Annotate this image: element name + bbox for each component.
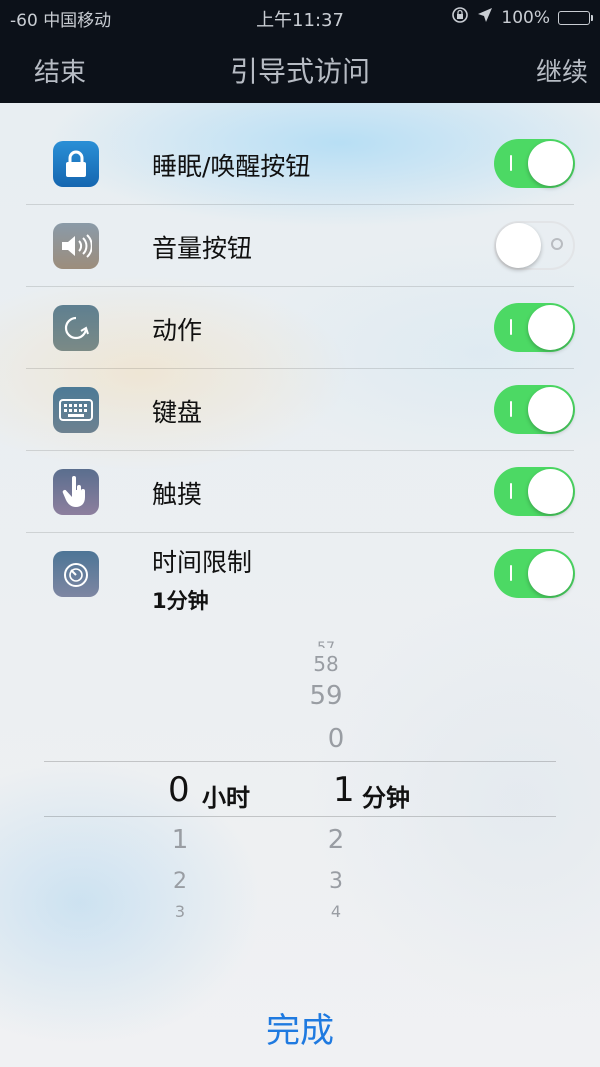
hours-unit: 小时 — [202, 784, 250, 812]
time-limit-value: 1分钟 — [152, 589, 209, 613]
option-label: 触摸 — [152, 480, 203, 509]
sleep-wake-toggle[interactable] — [494, 139, 575, 188]
resume-button[interactable]: 继续 — [536, 52, 588, 89]
keyboard-toggle[interactable] — [494, 385, 575, 434]
time-picker[interactable]: 57 58 59 0 0 小时 1 分钟 1 2 3 2 3 4 — [0, 640, 600, 940]
touch-toggle[interactable] — [494, 467, 575, 516]
keyboard-icon — [53, 387, 99, 433]
navigation-bar: 结束 引导式访问 继续 — [0, 40, 600, 96]
volume-toggle[interactable] — [494, 221, 575, 270]
status-right: 100% — [451, 6, 593, 29]
motion-toggle[interactable] — [494, 303, 575, 352]
minute-option[interactable]: 4 — [306, 902, 366, 918]
option-row-time-limit: 时间限制 1分钟 — [0, 533, 600, 615]
option-row-motion: 动作 — [0, 287, 600, 369]
option-row-sleep-wake: 睡眠/唤醒按钮 — [0, 123, 600, 205]
status-bar: -60 中国移动 上午11:37 100% — [0, 0, 600, 34]
option-row-touch: 触摸 — [0, 451, 600, 533]
minute-option[interactable]: 3 — [306, 869, 366, 894]
minutes-selected[interactable]: 1 — [333, 770, 355, 810]
option-label: 动作 — [152, 316, 203, 345]
timer-icon — [53, 551, 99, 597]
time-limit-toggle[interactable] — [494, 549, 575, 598]
hand-touch-icon — [53, 469, 99, 515]
option-label: 时间限制 — [152, 548, 253, 577]
picker-top-line — [44, 761, 556, 762]
minutes-unit: 分钟 — [362, 784, 410, 812]
option-row-volume: 音量按钮 — [0, 205, 600, 287]
orientation-lock-icon — [451, 6, 469, 29]
option-row-keyboard: 键盘 — [0, 369, 600, 451]
location-arrow-icon — [477, 7, 493, 28]
done-button[interactable]: 完成 — [0, 1003, 600, 1052]
picker-bottom-line — [44, 816, 556, 817]
minute-option[interactable]: 58 — [296, 652, 356, 676]
lock-icon — [53, 141, 99, 187]
hour-option[interactable]: 2 — [150, 869, 210, 894]
option-label: 音量按钮 — [152, 234, 253, 263]
rotate-icon — [53, 305, 99, 351]
top-bar: -60 中国移动 上午11:37 100% 结束 引导式访问 继续 — [0, 0, 600, 103]
speaker-icon — [53, 223, 99, 269]
battery-icon — [558, 10, 593, 25]
minute-option[interactable]: 2 — [306, 825, 366, 855]
hours-selected[interactable]: 0 — [168, 770, 190, 810]
hour-option[interactable]: 1 — [150, 825, 210, 855]
minute-option[interactable]: 57 — [296, 640, 356, 648]
page-title: 引导式访问 — [229, 55, 370, 88]
hour-option[interactable]: 3 — [150, 902, 210, 918]
minute-option[interactable]: 59 — [296, 681, 356, 711]
options-list: 睡眠/唤醒按钮 音量按钮 动作 键盘 触摸 时间限制 1分钟 — [0, 123, 600, 615]
battery-percent: 100% — [501, 7, 550, 28]
option-label: 睡眠/唤醒按钮 — [152, 152, 311, 181]
option-label: 键盘 — [152, 398, 203, 427]
minute-option[interactable]: 0 — [306, 724, 366, 754]
